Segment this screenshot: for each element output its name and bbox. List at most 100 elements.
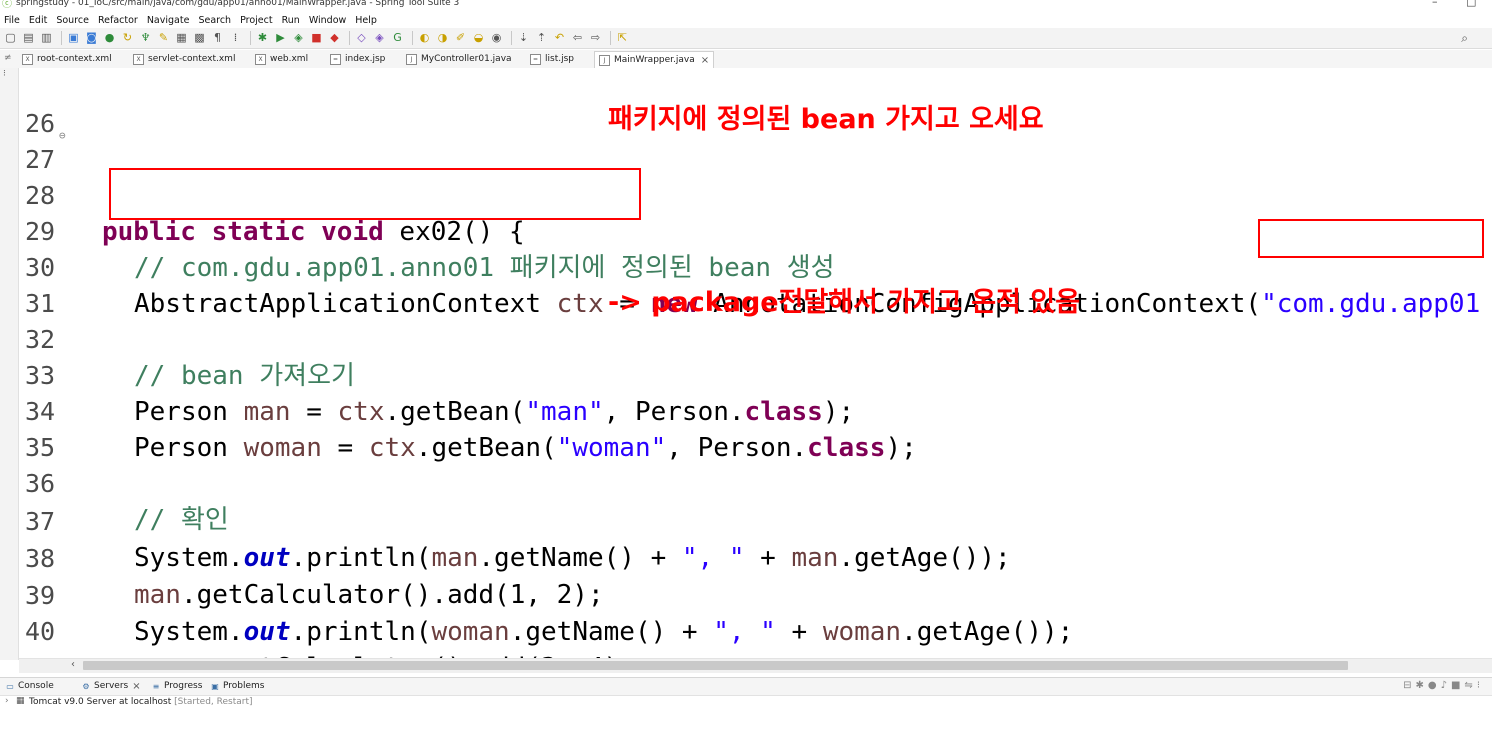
tab-index-jsp[interactable]: = index.jsp (330, 52, 385, 67)
external-tools-icon[interactable]: ◆ (327, 31, 342, 45)
spring-boot-icon[interactable]: ● (102, 31, 117, 45)
open-resource-icon[interactable]: ◑ (435, 31, 450, 45)
code-string: "man" (525, 397, 604, 427)
menu-file[interactable]: File (4, 15, 20, 26)
tab-label: MyController01.java (421, 54, 512, 64)
menu-navigate[interactable]: Navigate (147, 15, 190, 26)
toolbar-divider (250, 31, 251, 45)
code-line: 36 // 확인 (19, 430, 229, 535)
code-comment: // 확인 (134, 505, 229, 535)
profile-server-icon[interactable]: ♪ (1441, 680, 1451, 691)
menu-window[interactable]: Window (309, 15, 346, 26)
publish-icon[interactable]: ⇋ (1464, 680, 1476, 691)
menu-refactor[interactable]: Refactor (98, 15, 138, 26)
run-icon[interactable]: ▶ (273, 31, 288, 45)
view-menu-icon[interactable]: ⁝ (1477, 680, 1484, 691)
debug-server-icon[interactable]: ✱ (1415, 680, 1427, 691)
start-server-icon[interactable]: ● (1428, 680, 1441, 691)
open-folder-icon[interactable]: ◒ (471, 31, 486, 45)
menu-help[interactable]: Help (355, 15, 377, 26)
code-line: 32 // bean 가져오기 (19, 286, 355, 391)
tab-mycontroller01-java[interactable]: J MyController01.java (406, 52, 512, 67)
maximize-button[interactable]: □ (1466, 0, 1476, 7)
whitespace-icon[interactable]: ⁞ (228, 31, 243, 45)
code-text: Person man = ctx.getBean("man", Person.c… (134, 397, 855, 427)
restore-icon[interactable]: ⁝ (3, 69, 6, 79)
format-icon[interactable]: ▦ (174, 31, 189, 45)
terminal-icon[interactable]: ▣ (66, 31, 81, 45)
menu-run[interactable]: Run (282, 15, 300, 26)
minimize-button[interactable]: – (1432, 0, 1438, 7)
code-text: woman.getCalculator().add(3, 4); (134, 650, 635, 658)
server-list-item[interactable]: › ▦ Tomcat v9.0 Server at localhost [Sta… (0, 695, 1492, 711)
debug-icon[interactable]: ✱ (255, 31, 270, 45)
menu-edit[interactable]: Edit (29, 15, 47, 26)
edit-icon[interactable]: ✎ (156, 31, 171, 45)
code-text: Person woman = ctx.getBean("woman", Pers… (134, 433, 917, 463)
close-icon[interactable]: × (701, 53, 709, 68)
java-file-icon: J (599, 55, 610, 66)
menu-project[interactable]: Project (240, 15, 273, 26)
tab-servers[interactable]: ⚙ Servers × (81, 680, 140, 693)
code-line: 41 (19, 615, 82, 658)
coverage-icon[interactable]: ◈ (291, 31, 306, 45)
editor-horizontal-scrollbar[interactable]: ‹ (19, 658, 1492, 673)
next-annotation-icon[interactable]: ⇣ (516, 31, 531, 45)
collapse-all-icon[interactable]: ⊟ (1403, 680, 1415, 691)
scrollbar-thumb[interactable] (83, 661, 1348, 670)
search-toolbar-icon[interactable]: ✐ (453, 31, 468, 45)
toggle-mark-icon[interactable]: ◙ (84, 31, 99, 45)
code-line: 37 System.out.println(man.getName() + ",… (19, 468, 1011, 573)
last-edit-icon[interactable]: ↶ (552, 31, 567, 45)
code-text: man.getCalculator().add(1, 2); (134, 580, 604, 610)
tab-servlet-context-xml[interactable]: X servlet-context.xml (133, 52, 235, 67)
stop-icon[interactable]: ■ (309, 31, 324, 45)
tab-web-xml[interactable]: X web.xml (255, 52, 308, 67)
pilcrow-icon[interactable]: ¶ (210, 31, 225, 45)
code-string: "woman" (556, 433, 667, 463)
refresh-icon[interactable]: ↻ (120, 31, 135, 45)
scroll-left-icon[interactable]: ‹ (71, 659, 75, 670)
close-icon[interactable]: × (132, 680, 140, 693)
menu-search[interactable]: Search (198, 15, 231, 26)
progress-icon: ≡ (152, 681, 160, 691)
save-icon[interactable]: ▤ (21, 31, 36, 45)
open-type-icon[interactable]: ◐ (417, 31, 432, 45)
search-icon[interactable]: ⌕ (1461, 31, 1468, 46)
new-package-icon[interactable]: ◈ (372, 31, 387, 45)
highlight-box-package-string (1258, 219, 1484, 258)
save-all-icon[interactable]: ▥ (39, 31, 54, 45)
jsp-file-icon: = (530, 54, 541, 65)
tab-list-jsp[interactable]: = list.jsp (530, 52, 574, 67)
globe-icon[interactable]: ◉ (489, 31, 504, 45)
pin-editor-icon[interactable]: ⇱ (615, 31, 630, 45)
new-class-icon[interactable]: G (390, 31, 405, 45)
forward-icon[interactable]: ⇨ (588, 31, 603, 45)
code-string: ", " (713, 617, 776, 647)
tab-root-context-xml[interactable]: X root-context.xml (22, 52, 112, 67)
tab-progress[interactable]: ≡ Progress (151, 680, 203, 693)
tab-console[interactable]: ▭ Console (5, 680, 54, 693)
pin-icon[interactable]: ♆ (138, 31, 153, 45)
code-line: 35 (19, 394, 82, 462)
tab-mainwrapper-java[interactable]: J MainWrapper.java × (594, 51, 715, 69)
xml-file-icon: X (255, 54, 266, 65)
bottom-panel-tab-bar: ▭ Console ⚙ Servers × ≡ Progress ▣ Probl… (0, 677, 1492, 696)
tomcat-server-icon: ▦ (16, 696, 25, 706)
previous-annotation-icon[interactable]: ⇡ (534, 31, 549, 45)
block-icon[interactable]: ▩ (192, 31, 207, 45)
window-title: springstudy - 01_IoC/src/main/java/com/g… (16, 0, 460, 8)
back-icon[interactable]: ⇦ (570, 31, 585, 45)
code-line: 31 (19, 250, 82, 318)
editor-tab-bar: ≠ X root-context.xml X servlet-context.x… (0, 50, 1492, 69)
stop-server-icon[interactable]: ■ (1451, 680, 1464, 691)
toolbar-divider (610, 31, 611, 45)
new-project-icon[interactable]: ◇ (354, 31, 369, 45)
menu-source[interactable]: Source (56, 15, 89, 26)
code-editor[interactable]: 26 27 ⊖ public static void ex02() { 28 2… (19, 68, 1492, 658)
tab-problems[interactable]: ▣ Problems (210, 680, 264, 693)
new-file-icon[interactable]: ▢ (3, 31, 18, 45)
expand-icon[interactable]: › (5, 696, 9, 706)
tab-label: root-context.xml (37, 54, 112, 64)
jsp-file-icon: = (330, 54, 341, 65)
